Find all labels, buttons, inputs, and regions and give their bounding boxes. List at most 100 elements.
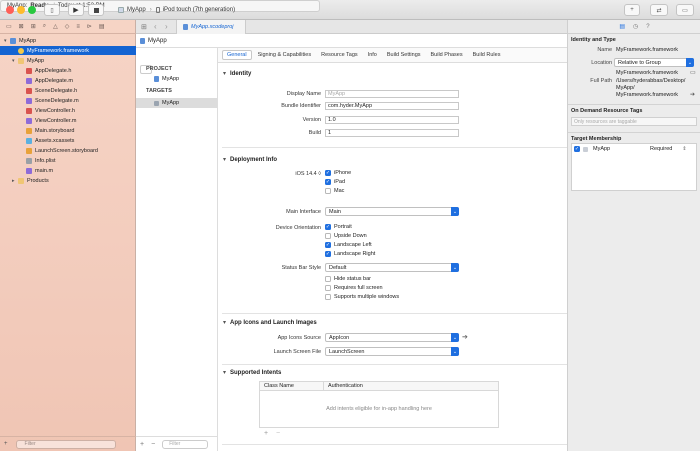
app-icons-section-header[interactable]: App Icons and Launch Images [218, 317, 567, 328]
stop-button[interactable] [88, 4, 104, 16]
file-tree-row[interactable]: AppDelegate.h [0, 66, 136, 75]
add-file-icon[interactable]: + [4, 441, 8, 447]
target-membership-row[interactable]: ✓ MyApp [574, 146, 610, 152]
reveal-in-finder-icon[interactable]: ➔ [690, 91, 695, 98]
status-bar-style-popup[interactable]: Default ⌄ [325, 263, 459, 272]
file-tree-row[interactable]: Info.plist [0, 156, 136, 165]
checkmark-icon[interactable]: ✓ [574, 146, 580, 152]
class-name-column-header[interactable]: Class Name [264, 383, 294, 389]
app-icons-source-popup[interactable]: AppIcon ⌄ [325, 333, 459, 342]
file-tree-row[interactable]: main.m [0, 166, 136, 175]
tab-build-phases[interactable]: Build Phases [427, 50, 467, 60]
checkbox-row[interactable]: Mac [325, 188, 344, 194]
checkbox-row[interactable]: ✓ Landscape Left [325, 242, 372, 248]
add-target-icon[interactable]: + [140, 441, 144, 448]
file-tree-row[interactable]: Assets.xcassets [0, 136, 136, 145]
source-control-icon[interactable]: ⊠ [19, 23, 24, 30]
scheme-selector[interactable]: MyApp › iPod touch (7th generation) [118, 4, 235, 16]
membership-role-popup[interactable]: Required ⇕ [650, 146, 687, 152]
deployment-section-header[interactable]: Deployment Info [218, 154, 567, 165]
file-tree-row[interactable]: LaunchScreen.storyboard [0, 146, 136, 155]
library-button[interactable]: + [624, 4, 640, 16]
add-intent-icon[interactable]: + [264, 430, 268, 437]
minimize-window-button[interactable] [17, 6, 25, 14]
target-filter-input[interactable]: Filter [162, 439, 209, 449]
disclosure-icon[interactable]: ▸ [12, 178, 17, 184]
forward-icon[interactable]: › [165, 22, 168, 31]
checkbox-unchecked-icon[interactable] [325, 233, 331, 239]
file-tree-row[interactable]: ViewController.h [0, 106, 136, 115]
checkbox-unchecked-icon[interactable] [325, 276, 331, 282]
build-field[interactable]: 1 [325, 129, 459, 137]
project-item[interactable]: MyApp [154, 76, 179, 82]
disclosure-icon[interactable]: ▾ [4, 38, 9, 44]
authentication-column-header[interactable]: Authentication [328, 383, 363, 389]
file-tree-row[interactable]: MyFramework.framework [0, 46, 136, 55]
location-popup[interactable]: Relative to Group ⌄ [614, 58, 694, 67]
supported-intents-section-header[interactable]: Supported Intents [218, 367, 567, 378]
file-tree-row[interactable]: ▾ MyApp [0, 36, 136, 45]
identity-section-header[interactable]: Identity [218, 68, 567, 79]
checkbox-unchecked-icon[interactable] [325, 294, 331, 300]
ios-version-selector[interactable]: iOS 14.4 ◊ [218, 171, 321, 177]
checkbox-row[interactable]: Hide status bar [325, 276, 371, 282]
checkbox-row[interactable]: Supports multiple windows [325, 294, 399, 300]
checkbox-unchecked-icon[interactable] [325, 188, 331, 194]
symbol-icon[interactable]: ⊞ [31, 23, 36, 30]
test-icon[interactable]: ◇ [65, 23, 70, 30]
search-icon[interactable]: ⌕ [43, 23, 46, 30]
bundle-identifier-field[interactable]: com.hyder.MyApp [325, 102, 459, 110]
file-tree-row[interactable]: SceneDelegate.h [0, 86, 136, 95]
run-button[interactable]: ▶ [68, 4, 84, 16]
remove-target-icon[interactable]: − [151, 441, 155, 448]
disclosure-icon[interactable]: ▾ [12, 58, 17, 64]
checkbox-checked-icon[interactable]: ✓ [325, 179, 331, 185]
file-tree-row[interactable]: ▾ MyApp [0, 56, 136, 65]
file-tree-row[interactable]: AppDelegate.m [0, 76, 136, 85]
go-to-asset-icon[interactable]: ➔ [462, 333, 468, 341]
tab-project[interactable]: MyApp.xcodeproj [176, 20, 246, 34]
checkbox-row[interactable]: ✓ iPad [325, 179, 345, 185]
navigator-filter-input[interactable]: Filter [15, 439, 116, 449]
folder-icon[interactable]: ▭ [6, 23, 12, 30]
jump-bar-project[interactable]: MyApp [148, 38, 167, 44]
file-tree-row[interactable]: Main.storyboard [0, 126, 136, 135]
checkbox-checked-icon[interactable]: ✓ [325, 170, 331, 176]
warning-icon[interactable]: △ [53, 23, 58, 30]
checkbox-checked-icon[interactable]: ✓ [325, 251, 331, 257]
display-name-field[interactable]: MyApp [325, 90, 459, 98]
checkbox-checked-icon[interactable]: ✓ [325, 242, 331, 248]
checkbox-checked-icon[interactable]: ✓ [325, 224, 331, 230]
report-icon[interactable]: ▤ [99, 23, 105, 30]
checkbox-row[interactable]: ✓ Portrait [325, 224, 352, 230]
back-icon[interactable]: ‹ [154, 22, 157, 31]
remove-intent-icon[interactable]: − [276, 430, 280, 437]
history-icon[interactable]: ◷ [633, 23, 638, 30]
file-tree-row[interactable]: ViewController.m [0, 116, 136, 125]
file-inspector-icon[interactable]: ▤ [619, 23, 625, 30]
quick-help-icon[interactable]: ? [646, 24, 649, 30]
name-value[interactable]: MyFramework.framework [616, 47, 678, 53]
checkbox-row[interactable]: ✓ Landscape Right [325, 251, 375, 257]
checkbox-row[interactable]: ✓ iPhone [325, 170, 351, 176]
tab-general[interactable]: General [222, 50, 252, 60]
main-interface-popup[interactable]: Main ⌄ [325, 207, 459, 216]
target-item[interactable]: MyApp [136, 98, 217, 108]
checkbox-unchecked-icon[interactable] [325, 285, 331, 291]
toggle-inspector-button[interactable]: ▭ [676, 4, 694, 16]
file-tree-row[interactable]: ▸ Products [0, 176, 136, 185]
related-items-icon[interactable]: ⊞ [141, 23, 147, 31]
checkbox-row[interactable]: Upside Down [325, 233, 367, 239]
close-window-button[interactable] [6, 6, 14, 14]
tab-resource-tags[interactable]: Resource Tags [317, 50, 362, 60]
code-review-button[interactable]: ⇄ [650, 4, 668, 16]
zoom-window-button[interactable] [28, 6, 36, 14]
tab-build-settings[interactable]: Build Settings [383, 50, 425, 60]
debug-icon[interactable]: ≡ [76, 24, 80, 30]
tab-signing-capabilities[interactable]: Signing & Capabilities [254, 50, 316, 60]
tab-build-rules[interactable]: Build Rules [469, 50, 505, 60]
launch-screen-file-popup[interactable]: LaunchScreen ⌄ [325, 347, 459, 356]
folder-icon[interactable]: ▭ [690, 69, 696, 76]
version-field[interactable]: 1.0 [325, 116, 459, 124]
tab-info[interactable]: Info [364, 50, 381, 60]
